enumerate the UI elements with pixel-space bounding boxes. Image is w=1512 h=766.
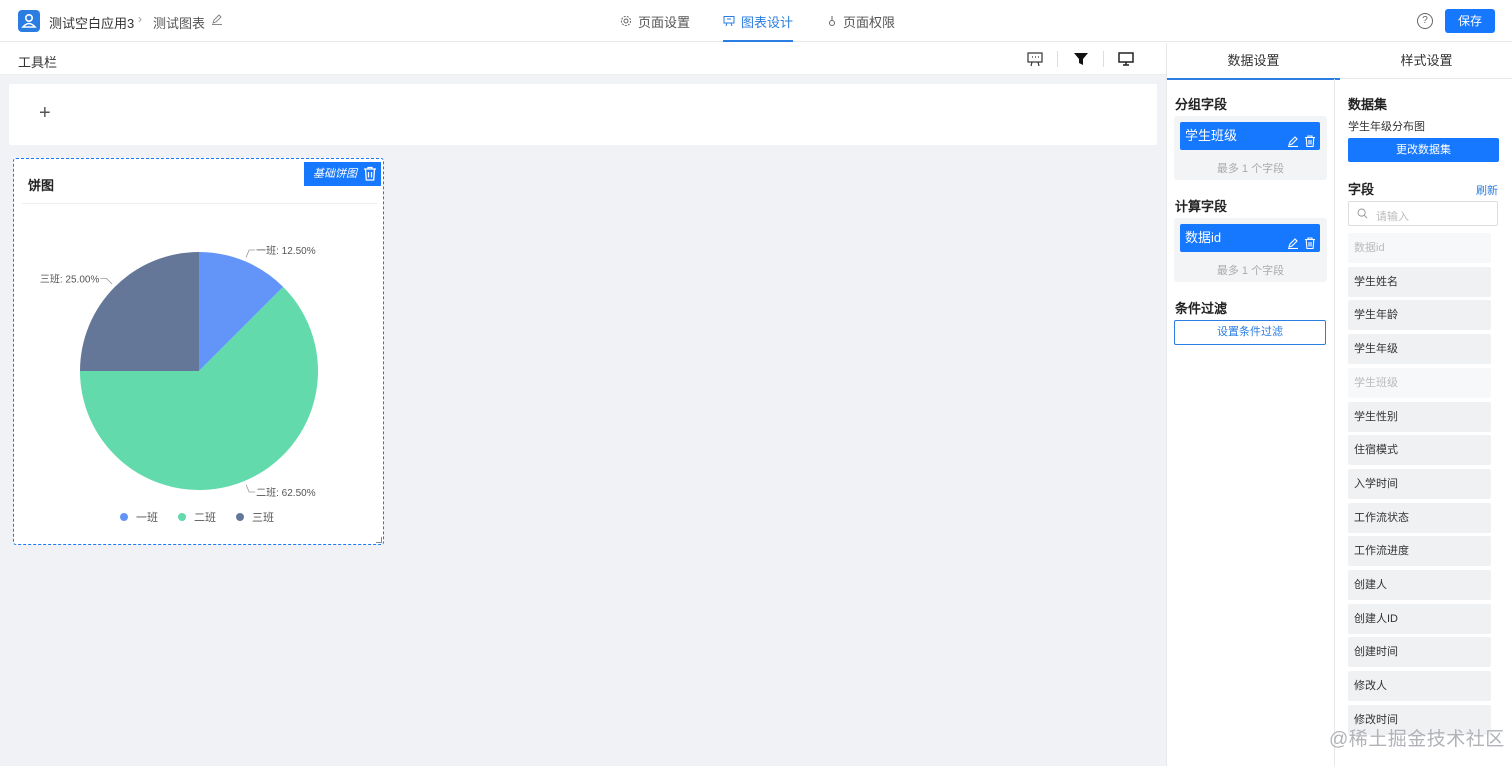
save-button[interactable]: 保存 xyxy=(1445,9,1495,33)
group-field-hint: 最多 1 个字段 xyxy=(1216,163,1285,175)
resize-handle[interactable] xyxy=(376,537,382,543)
field-list-item[interactable]: 数据id xyxy=(1348,233,1491,263)
tab-chart-design-label: 图表设计 xyxy=(741,14,794,30)
toolbar-title: 工具栏 xyxy=(18,55,58,70)
tab-page-permissions[interactable]: 页面权限 xyxy=(827,0,895,42)
trash-icon[interactable] xyxy=(1304,231,1316,259)
monitor-icon[interactable] xyxy=(1118,51,1134,67)
dataset-title: 数据集 xyxy=(1348,97,1388,112)
calc-field-title: 计算字段 xyxy=(1175,199,1228,214)
tab-style-settings[interactable]: 样式设置 xyxy=(1340,43,1512,79)
legend-marker[interactable] xyxy=(178,513,186,521)
pie-label-line xyxy=(245,484,256,493)
edit-icon[interactable] xyxy=(211,13,223,28)
help-icon[interactable]: ? xyxy=(1417,13,1433,29)
tab-page-permissions-label: 页面权限 xyxy=(843,14,896,30)
trash-icon[interactable] xyxy=(1304,129,1316,157)
calc-field-chip[interactable]: 数据id xyxy=(1180,224,1320,252)
group-field-title: 分组字段 xyxy=(1175,97,1228,112)
delete-chart-icon[interactable] xyxy=(363,166,377,190)
field-list-item[interactable]: 创建人ID xyxy=(1348,603,1491,634)
top-header: 测试空白应用3 › 测试图表 页面设置 图表设计 页面权限 ? 保存 xyxy=(0,0,1512,42)
field-list-item[interactable]: 工作流状态 xyxy=(1348,502,1491,533)
pie-data-label: 三班: 25.00% xyxy=(40,273,100,285)
field-list-item[interactable]: 工作流进度 xyxy=(1348,536,1491,567)
lock-icon xyxy=(827,15,837,27)
condition-filter-title: 条件过滤 xyxy=(1175,301,1228,316)
refresh-link[interactable]: 刷新 xyxy=(1476,182,1498,198)
group-field-chip-label: 学生班级 xyxy=(1185,128,1238,143)
add-component-panel[interactable]: + xyxy=(9,84,1157,145)
search-icon xyxy=(1357,208,1368,222)
field-list-item[interactable]: 住宿模式 xyxy=(1348,435,1491,466)
toolbar: 工具栏 xyxy=(0,43,1166,75)
watermark: @稀土掘金技术社区 xyxy=(1329,729,1505,750)
field-search-input[interactable]: 请输入 xyxy=(1348,201,1498,226)
chart-card-divider xyxy=(22,203,377,204)
change-dataset-button[interactable]: 更改数据集 xyxy=(1348,138,1499,162)
tab-page-settings-label: 页面设置 xyxy=(638,14,691,30)
legend-label[interactable]: 三班 xyxy=(252,511,274,524)
calc-field-chip-label: 数据id xyxy=(1185,230,1222,245)
legend-marker[interactable] xyxy=(236,513,244,521)
dataset-name: 学生年级分布图 xyxy=(1348,121,1425,133)
tab-data-settings[interactable]: 数据设置 xyxy=(1167,43,1340,80)
panel-column-divider xyxy=(1334,79,1335,766)
chart-type-label: 基础饼图 xyxy=(313,168,357,180)
field-list-item[interactable]: 学生姓名 xyxy=(1348,266,1491,297)
add-component-button[interactable]: + xyxy=(39,102,51,125)
settings-tabs: 数据设置 样式设置 xyxy=(1167,43,1512,80)
pie-slice[interactable] xyxy=(80,252,199,371)
filter-icon[interactable] xyxy=(1073,51,1089,67)
app-name[interactable]: 测试空白应用3 xyxy=(49,13,134,32)
chart-card[interactable]: 饼图 基础饼图 一班: 12.50% 二班: 62.50% 三班: 25.00% 一班… xyxy=(13,158,384,545)
field-list-item[interactable]: 学生班级 xyxy=(1348,367,1491,398)
group-field-dropzone[interactable]: 学生班级 最多 1 个字段 xyxy=(1174,116,1327,180)
chart-board-icon xyxy=(723,15,735,27)
pie-data-label: 二班: 62.50% xyxy=(256,487,316,499)
field-list-item[interactable]: 入学时间 xyxy=(1348,468,1491,499)
toolbar-divider xyxy=(1057,51,1058,67)
legend-marker[interactable] xyxy=(120,513,128,521)
legend-label[interactable]: 一班 xyxy=(136,511,158,524)
chart-name[interactable]: 测试图表 xyxy=(153,13,205,32)
presentation-icon[interactable] xyxy=(1027,51,1043,67)
chart-card-title: 饼图 xyxy=(28,178,55,193)
gear-icon xyxy=(620,15,632,27)
field-list-item[interactable]: 创建人 xyxy=(1348,570,1491,600)
legend-label[interactable]: 二班 xyxy=(194,511,216,524)
fields-title: 字段 xyxy=(1348,182,1375,197)
field-search-placeholder: 请输入 xyxy=(1376,211,1409,223)
group-field-chip[interactable]: 学生班级 xyxy=(1180,122,1320,150)
tab-chart-design[interactable]: 图表设计 xyxy=(723,0,794,42)
pie-label-line xyxy=(245,249,256,258)
pie-chart: 一班: 12.50% 二班: 62.50% 三班: 25.00% 一班 二班 三班 xyxy=(40,245,318,524)
edit-icon[interactable] xyxy=(1287,231,1299,259)
pie-data-label: 一班: 12.50% xyxy=(256,245,316,257)
app-logo-icon[interactable] xyxy=(18,10,40,32)
tab-page-settings[interactable]: 页面设置 xyxy=(620,0,690,42)
set-condition-filter-button[interactable]: 设置条件过滤 xyxy=(1174,320,1326,345)
calc-field-hint: 最多 1 个字段 xyxy=(1216,265,1285,277)
field-list-item[interactable]: 学生年级 xyxy=(1348,334,1491,365)
field-list-item[interactable]: 学生性别 xyxy=(1348,401,1491,432)
field-list-item[interactable]: 修改人 xyxy=(1348,671,1491,702)
chart-type-badge[interactable]: 基础饼图 xyxy=(304,162,381,186)
chevron-right-icon: › xyxy=(138,12,142,26)
field-list-item[interactable]: 创建时间 xyxy=(1348,637,1491,668)
field-list-item[interactable]: 学生年龄 xyxy=(1348,300,1491,331)
right-settings-panel: 数据设置 样式设置 分组字段 学生班级 最多 1 个字段 计算字段 数据id 最… xyxy=(1166,43,1512,766)
toolbar-divider xyxy=(1103,51,1104,67)
calc-field-dropzone[interactable]: 数据id 最多 1 个字段 xyxy=(1174,218,1327,282)
design-canvas: + 饼图 基础饼图 一班: 12.50% 二班: 62.50% 三班: 25.00%… xyxy=(0,75,1166,766)
edit-icon[interactable] xyxy=(1287,129,1299,157)
pie-label-line xyxy=(100,277,113,285)
